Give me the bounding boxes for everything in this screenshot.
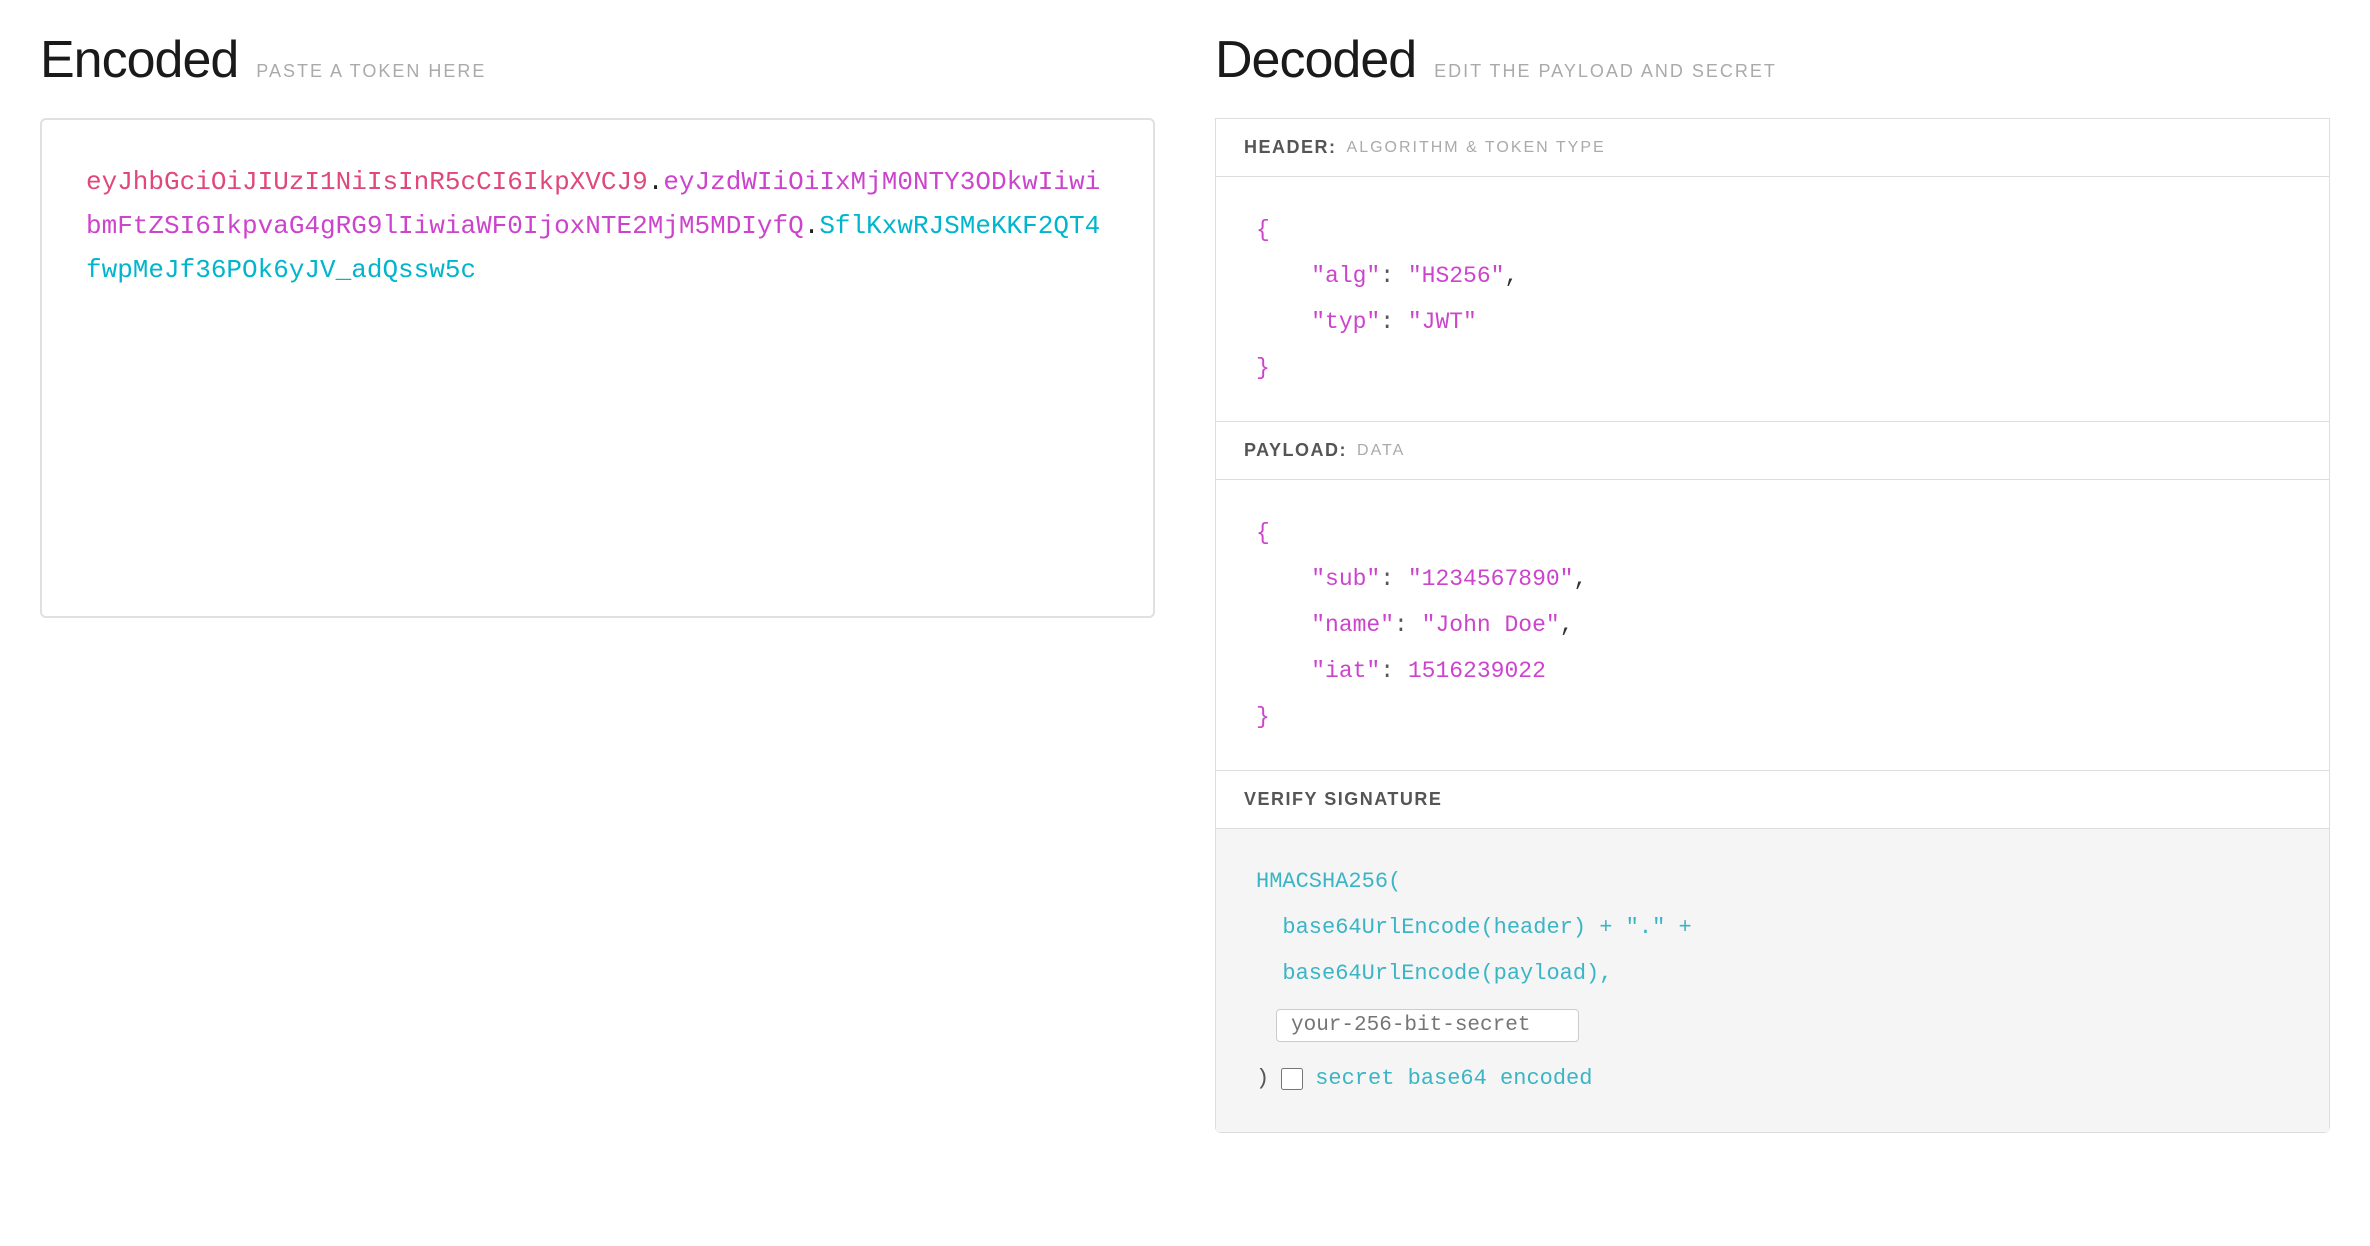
payload-name-key: "name"	[1311, 612, 1394, 638]
verify-label: VERIFY SIGNATURE	[1244, 789, 1442, 810]
header-alg-key: "alg"	[1311, 263, 1380, 289]
encoded-box[interactable]: eyJhbGciOiJIUzI1NiIsInR5cCI6IkpXVCJ9.eyJ…	[40, 118, 1155, 618]
token-dot1: .	[648, 167, 664, 197]
header-alg-value: "HS256"	[1408, 263, 1505, 289]
payload-section: PAYLOAD: DATA { "sub": "1234567890", "na…	[1215, 422, 2330, 771]
encoded-title: Encoded	[40, 30, 238, 90]
verify-section-header: VERIFY SIGNATURE	[1216, 771, 2329, 829]
encoded-header: Encoded PASTE A TOKEN HERE	[40, 30, 1155, 90]
decoded-subtitle: EDIT THE PAYLOAD AND SECRET	[1434, 61, 1777, 82]
decoded-header: Decoded EDIT THE PAYLOAD AND SECRET	[1215, 30, 2330, 90]
verify-line1: base64UrlEncode(header) + "." +	[1256, 905, 2289, 951]
encoded-subtitle: PASTE A TOKEN HERE	[256, 61, 486, 82]
payload-name-value: "John Doe"	[1422, 612, 1560, 638]
verify-secret-line	[1276, 1002, 2289, 1048]
verify-func-line: HMACSHA256(	[1256, 859, 2289, 905]
payload-iat-key: "iat"	[1311, 658, 1380, 684]
header-section-header: HEADER: ALGORITHM & TOKEN TYPE	[1216, 119, 2329, 177]
payload-open-brace: {	[1256, 520, 1270, 546]
main-container: Encoded PASTE A TOKEN HERE eyJhbGciOiJIU…	[0, 0, 2370, 1246]
header-label: HEADER:	[1244, 137, 1337, 158]
decoded-panel: Decoded EDIT THE PAYLOAD AND SECRET HEAD…	[1215, 30, 2330, 1216]
payload-sub-key: "sub"	[1311, 566, 1380, 592]
payload-section-header: PAYLOAD: DATA	[1216, 422, 2329, 480]
decoded-title: Decoded	[1215, 30, 1416, 90]
verify-close-paren: )	[1256, 1056, 1269, 1102]
payload-iat-value: 1516239022	[1408, 658, 1546, 684]
verify-line2-text: base64UrlEncode(payload),	[1282, 961, 1612, 986]
header-body[interactable]: { "alg": "HS256", "typ": "JWT" }	[1216, 177, 2329, 421]
header-section: HEADER: ALGORITHM & TOKEN TYPE { "alg": …	[1215, 118, 2330, 422]
secret-base64-checkbox[interactable]	[1281, 1068, 1303, 1090]
payload-sub-value: "1234567890"	[1408, 566, 1574, 592]
payload-label: PAYLOAD:	[1244, 440, 1347, 461]
payload-close-brace: }	[1256, 704, 1270, 730]
header-json: { "alg": "HS256", "typ": "JWT" }	[1256, 207, 2289, 391]
header-sublabel: ALGORITHM & TOKEN TYPE	[1347, 139, 1606, 157]
payload-json: { "sub": "1234567890", "name": "John Doe…	[1256, 510, 2289, 740]
header-typ-value: "JWT"	[1408, 309, 1477, 335]
token-part1: eyJhbGciOiJIUzI1NiIsInR5cCI6IkpXVCJ9	[86, 167, 648, 197]
secret-input[interactable]	[1276, 1009, 1579, 1042]
verify-close-line: ) secret base64 encoded	[1256, 1056, 2289, 1102]
verify-line1-text: base64UrlEncode(header) + "." +	[1282, 915, 1691, 940]
verify-section: VERIFY SIGNATURE HMACSHA256( base64UrlEn…	[1215, 771, 2330, 1133]
encoded-panel: Encoded PASTE A TOKEN HERE eyJhbGciOiJIU…	[40, 30, 1155, 1216]
checkbox-label-text: secret base64 encoded	[1315, 1056, 1592, 1102]
verify-func-text: HMACSHA256(	[1256, 869, 1401, 894]
payload-body[interactable]: { "sub": "1234567890", "name": "John Doe…	[1216, 480, 2329, 770]
header-typ-key: "typ"	[1311, 309, 1380, 335]
header-open-brace: {	[1256, 217, 1270, 243]
payload-sublabel: DATA	[1357, 442, 1405, 460]
verify-line2: base64UrlEncode(payload),	[1256, 951, 2289, 997]
token-dot2: .	[804, 211, 820, 241]
verify-body: HMACSHA256( base64UrlEncode(header) + ".…	[1216, 829, 2329, 1132]
header-close-brace: }	[1256, 355, 1270, 381]
